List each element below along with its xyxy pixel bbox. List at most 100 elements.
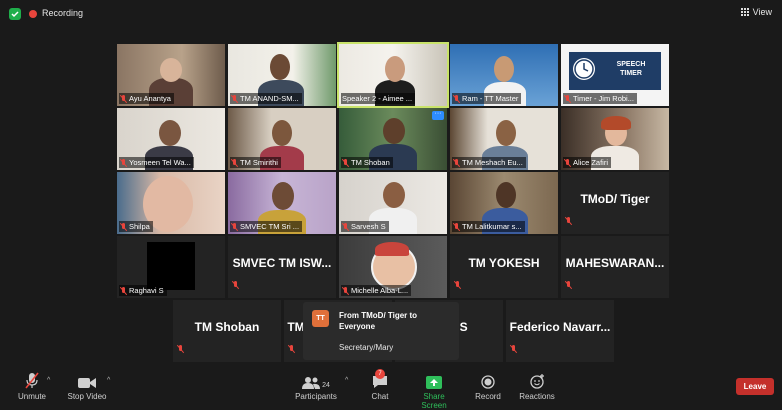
mic-muted-icon	[454, 281, 461, 289]
participant-tile[interactable]: Federico Navarr...	[506, 300, 614, 362]
participant-tile[interactable]: Alice Zafiri	[561, 108, 669, 170]
participant-name-tag: TM Shoban	[341, 157, 393, 168]
participant-tile[interactable]: ··· TM Shoban	[339, 108, 447, 170]
participant-tile[interactable]: Raghavi S	[117, 236, 225, 298]
participant-tile[interactable]: TM Lalitkumar s...	[450, 172, 558, 234]
grid-view-icon	[740, 8, 749, 16]
participant-display-name: SMVEC TM ISW...	[232, 256, 332, 270]
participant-tile[interactable]: SMVEC TM ISW...	[228, 236, 336, 298]
mic-muted-icon	[288, 345, 295, 353]
recording-dot-icon	[29, 10, 37, 18]
mic-muted-icon	[231, 94, 238, 103]
participant-display-name: TM Shoban	[194, 320, 260, 334]
unmute-button[interactable]: Unmute	[12, 372, 52, 401]
participant-name-tag	[510, 340, 517, 358]
participant-name-tag: Michelle Alba-L...	[341, 285, 412, 296]
participant-tile[interactable]: Michelle Alba-L...	[339, 236, 447, 298]
participant-name-tag	[565, 212, 572, 230]
participant-tile[interactable]: TM Shoban	[173, 300, 281, 362]
participant-name-tag: TM Meshach Eu...	[452, 157, 526, 168]
mic-muted-icon	[565, 217, 572, 225]
participant-name-tag: Sarvesh S	[341, 221, 389, 232]
participant-name-tag: Ayu Anantya	[119, 93, 174, 104]
participant-tile[interactable]: TMoD/ Tiger	[561, 172, 669, 234]
mic-muted-icon	[564, 94, 571, 103]
participant-name-tag: SMVEC TM Sri ...	[230, 221, 303, 232]
participant-tile[interactable]: Ayu Anantya	[117, 44, 225, 106]
share-screen-icon	[410, 372, 458, 389]
mic-muted-icon	[120, 158, 127, 167]
video-camera-icon	[64, 372, 110, 389]
participant-name-tag	[232, 276, 239, 294]
participant-tile[interactable]: MAHESWARAN...	[561, 236, 669, 298]
sender-avatar: TT	[312, 310, 329, 327]
mic-muted-icon	[231, 158, 238, 167]
participant-display-name: MAHESWARAN...	[565, 256, 665, 270]
mic-muted-icon	[342, 158, 349, 167]
participant-tile[interactable]: SMVEC TM Sri ...	[228, 172, 336, 234]
chat-message-text: Secretary/Mary	[339, 343, 394, 352]
participant-tile[interactable]: TM ANAND-SM...	[228, 44, 336, 106]
stop-video-button[interactable]: Stop Video	[64, 372, 110, 401]
chat-unread-badge: 7	[375, 369, 385, 379]
mic-muted-icon	[12, 372, 52, 389]
audio-options-caret-icon[interactable]: ^	[47, 377, 50, 384]
video-options-caret-icon[interactable]: ^	[107, 377, 110, 384]
participant-name-tag	[177, 340, 184, 358]
participants-icon-group: 24	[292, 372, 340, 389]
slide-title: SPEECH TIMER	[616, 61, 646, 77]
chat-sender-line: From TMoD/ Tiger to Everyone	[339, 311, 418, 331]
participant-display-name: Federico Navarr...	[509, 320, 611, 334]
record-icon	[470, 372, 506, 389]
participant-tile[interactable]: Yosmeen Tel Wa...	[117, 108, 225, 170]
share-screen-button[interactable]: Share Screen	[410, 372, 458, 410]
participants-button[interactable]: 24 Participants	[292, 372, 340, 401]
mic-muted-icon	[177, 345, 184, 353]
more-options-button[interactable]: ···	[432, 110, 444, 120]
mic-muted-icon	[565, 281, 572, 289]
participants-count: 24	[322, 382, 330, 389]
chat-button[interactable]: 7 Chat	[362, 369, 398, 401]
view-label: View	[752, 7, 772, 17]
participants-options-caret-icon[interactable]: ^	[345, 377, 348, 384]
chat-label: Chat	[371, 392, 389, 401]
mic-muted-icon	[120, 222, 127, 231]
mic-muted-icon	[342, 286, 349, 295]
participant-tile[interactable]: Sarvesh S	[339, 172, 447, 234]
unmute-label: Unmute	[17, 392, 46, 401]
participants-label: Participants	[295, 392, 337, 401]
participant-tile[interactable]: Ram - TT Master	[450, 44, 558, 106]
mic-muted-icon	[120, 94, 127, 103]
encryption-shield-icon[interactable]	[9, 8, 21, 20]
chat-notification-toast[interactable]: TT From TMoD/ Tiger to Everyone Secretar…	[303, 302, 459, 360]
participant-display-name: TMoD/ Tiger	[580, 192, 650, 206]
participant-tile[interactable]: TM YOKESH	[450, 236, 558, 298]
participant-name-tag	[288, 340, 295, 358]
participant-name-tag	[454, 276, 461, 294]
mic-muted-icon	[453, 222, 460, 231]
participant-name-tag: Raghavi S	[119, 285, 167, 296]
participant-name-tag: Shilpa	[119, 221, 153, 232]
participant-tile[interactable]: SPEECH TIMER Timer - Jim Robi...	[561, 44, 669, 106]
participant-name-tag	[565, 276, 572, 294]
mic-muted-icon	[231, 222, 238, 231]
participant-tile[interactable]: TM Smirithi	[228, 108, 336, 170]
mic-muted-icon	[564, 158, 571, 167]
mic-muted-icon	[120, 286, 127, 295]
chat-icon: 7	[362, 369, 398, 389]
active-speaker-tile[interactable]: Speaker 2 - Aimee ...	[337, 42, 449, 108]
record-button[interactable]: Record	[470, 372, 506, 401]
participant-name-tag: TM ANAND-SM...	[230, 93, 302, 104]
emoji-plus-icon	[517, 372, 557, 389]
participant-display-name: TM YOKESH	[468, 256, 540, 270]
reactions-button[interactable]: Reactions	[517, 372, 557, 401]
participant-name-tag: Timer - Jim Robi...	[563, 93, 637, 104]
recording-label: Recording	[42, 8, 84, 18]
participant-tile[interactable]: Shilpa	[117, 172, 225, 234]
leave-button[interactable]: Leave	[736, 378, 774, 395]
mic-muted-icon	[510, 345, 517, 353]
participant-name-tag: Yosmeen Tel Wa...	[119, 157, 194, 168]
view-button[interactable]: View	[740, 7, 772, 17]
stop-video-label: Stop Video	[67, 392, 107, 401]
participant-tile[interactable]: TM Meshach Eu...	[450, 108, 558, 170]
